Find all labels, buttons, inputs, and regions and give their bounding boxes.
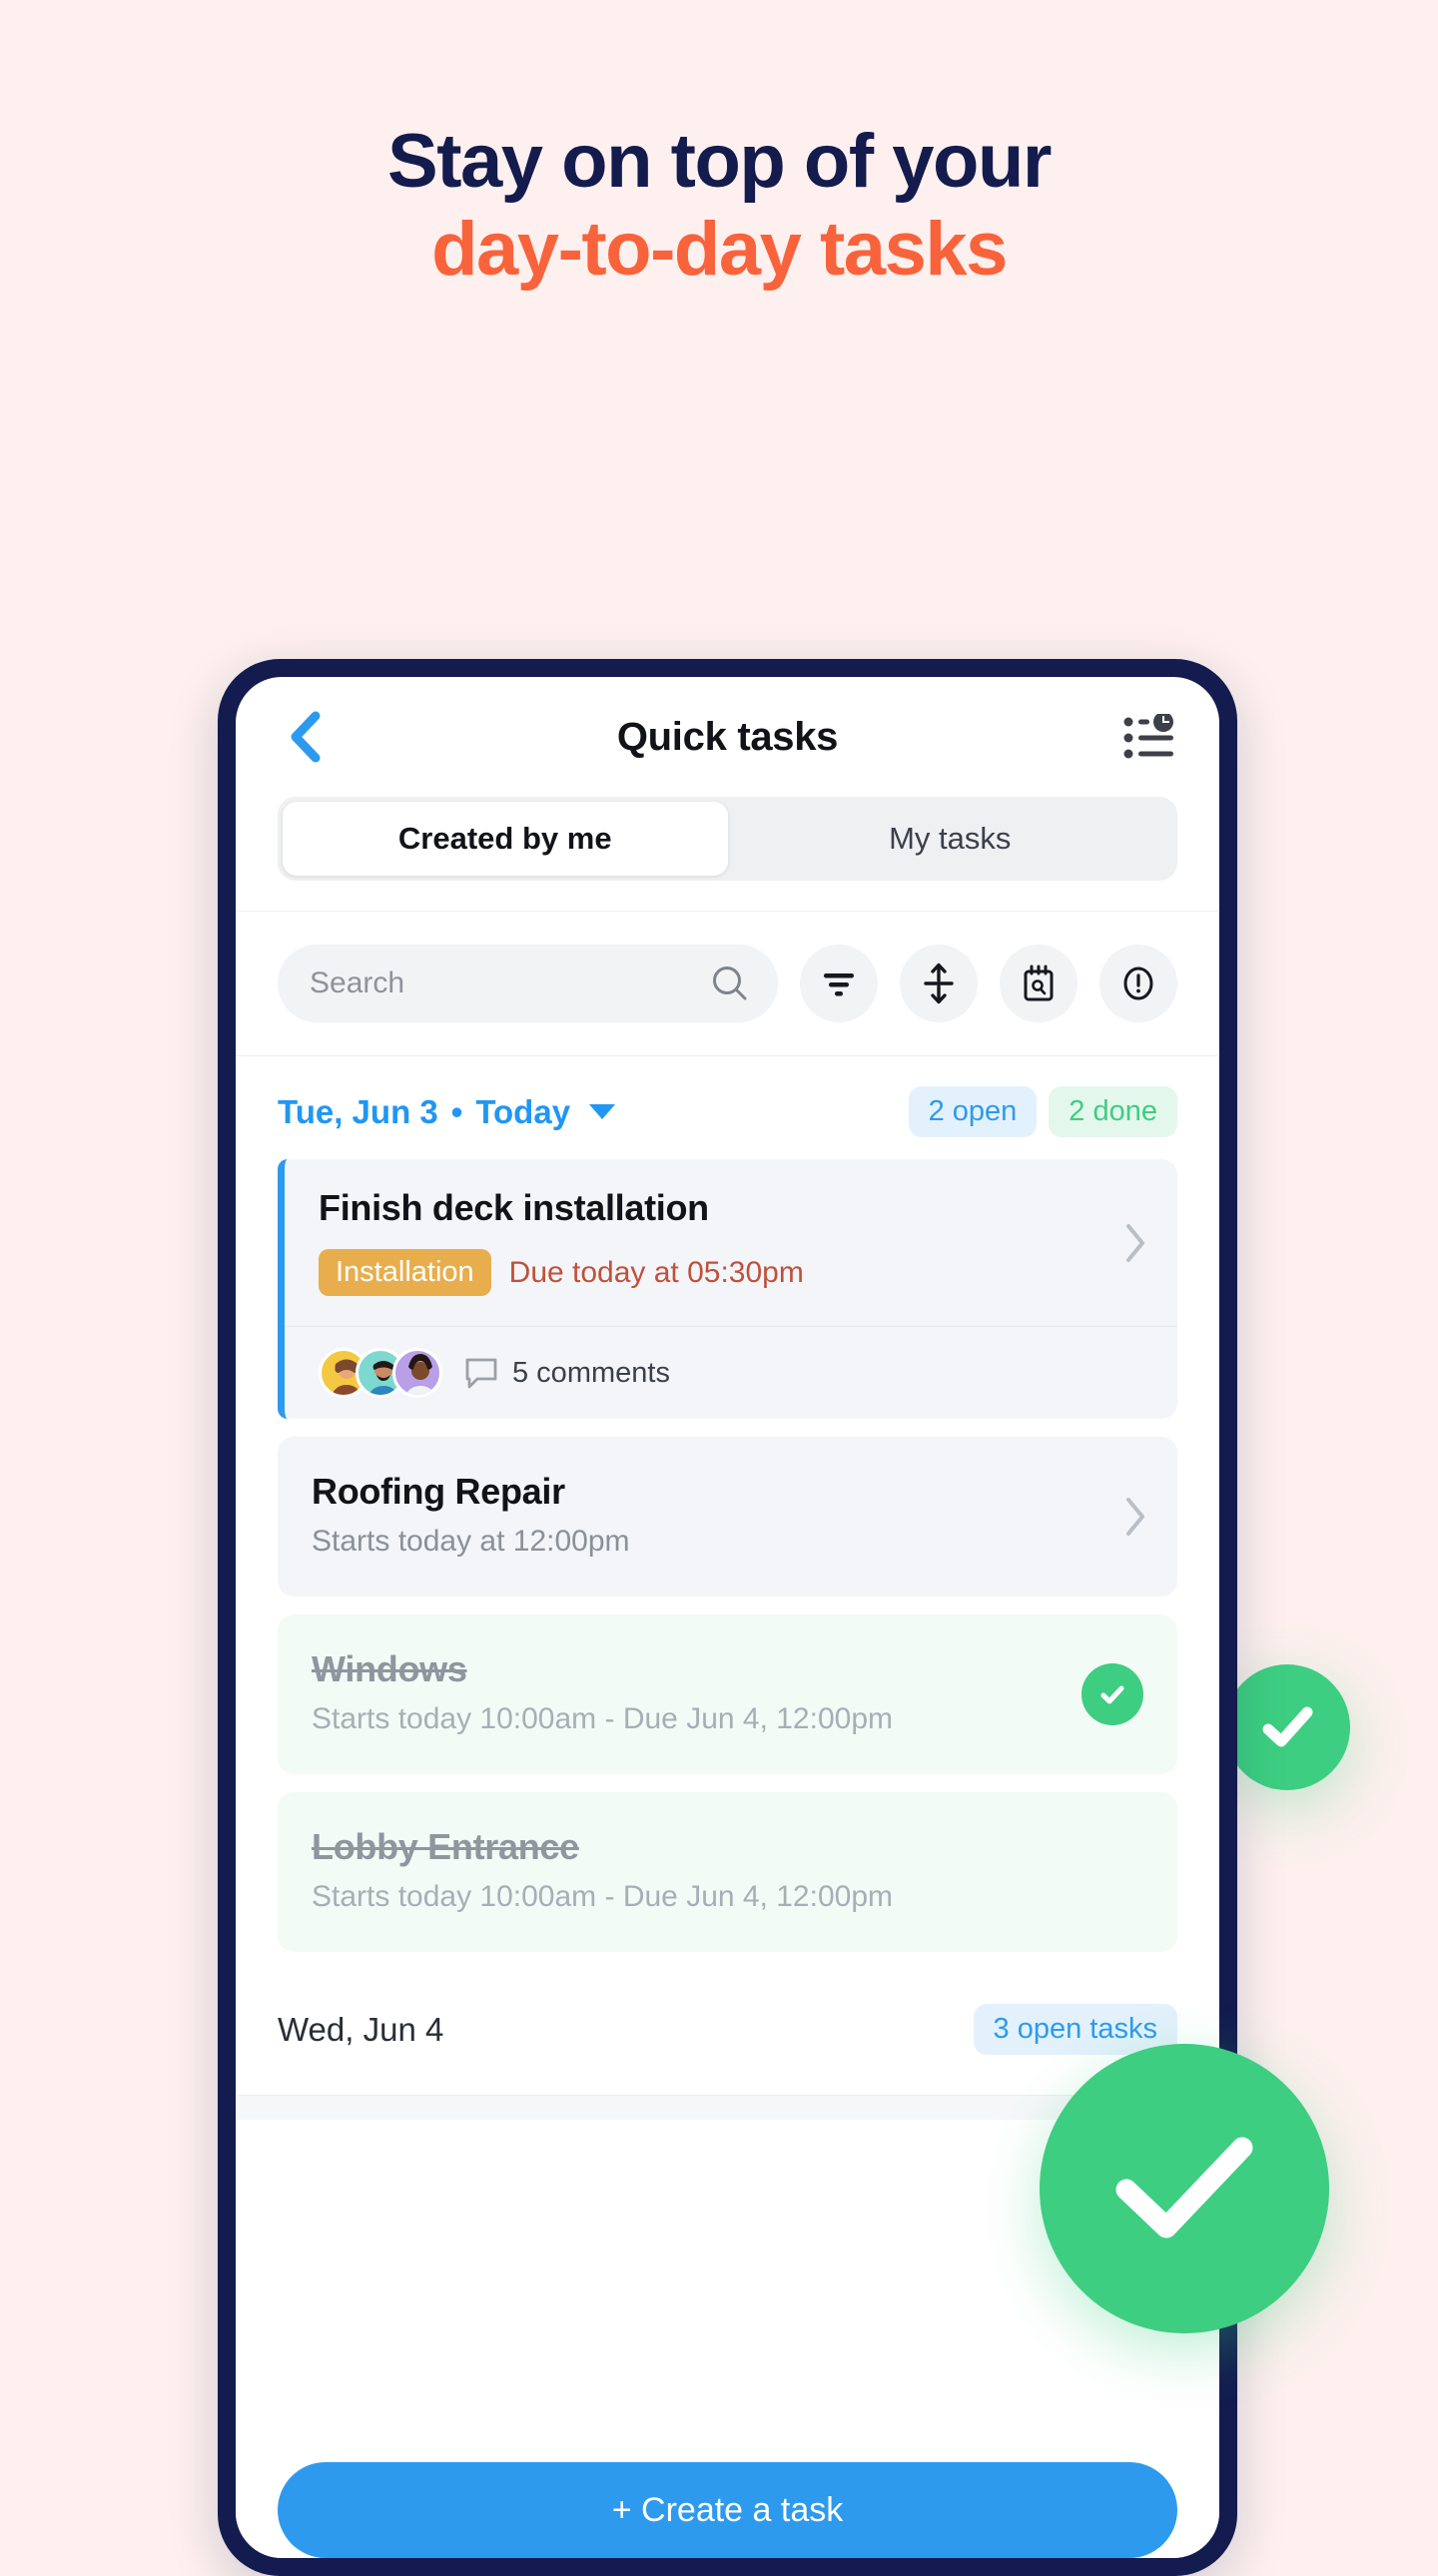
check-icon bbox=[1100, 1685, 1124, 1704]
alert-button[interactable] bbox=[1099, 945, 1177, 1022]
badge-done-count: 2 done bbox=[1049, 1086, 1177, 1138]
decorative-check-circle-large bbox=[1040, 2044, 1329, 2333]
task-row-wrapper: Roofing Repair Starts today at 12:00pm bbox=[236, 1437, 1219, 1614]
comment-icon bbox=[465, 1358, 497, 1389]
task-card-windows[interactable]: Windows Starts today 10:00am - Due Jun 4… bbox=[278, 1614, 1177, 1775]
task-title: Windows bbox=[312, 1648, 467, 1690]
group-date-group[interactable]: Tue, Jun 3 • Today bbox=[278, 1092, 616, 1131]
filter-icon bbox=[824, 973, 854, 996]
task-card-roofing-repair[interactable]: Roofing Repair Starts today at 12:00pm bbox=[278, 1437, 1177, 1598]
task-card-lobby-entrance[interactable]: Lobby Entrance Starts today 10:00am - Du… bbox=[278, 1792, 1177, 1953]
task-row-wrapper: Lobby Entrance Starts today 10:00am - Du… bbox=[236, 1792, 1219, 1970]
check-icon bbox=[1262, 1706, 1313, 1747]
task-row-wrapper: Finish deck installation Installation Du… bbox=[236, 1159, 1219, 1437]
app-header: Quick tasks bbox=[236, 677, 1219, 797]
avatar bbox=[392, 1348, 442, 1399]
create-task-bar: + Create a task bbox=[236, 2418, 1219, 2558]
task-meta: Installation Due today at 05:30pm bbox=[319, 1249, 1143, 1297]
chevron-right-icon bbox=[1126, 1223, 1144, 1262]
task-card-body[interactable]: Lobby Entrance Starts today 10:00am - Du… bbox=[278, 1792, 1177, 1952]
calendar-search-icon bbox=[1024, 965, 1054, 1001]
task-subtitle: Starts today at 12:00pm bbox=[312, 1525, 630, 1559]
task-due: Due today at 05:30pm bbox=[508, 1255, 804, 1289]
toolbar: Search bbox=[236, 911, 1219, 1056]
check-icon bbox=[1115, 2137, 1253, 2239]
task-complete-toggle[interactable] bbox=[1081, 1663, 1143, 1726]
group-today-label: Today bbox=[475, 1092, 571, 1130]
group-separator: • bbox=[450, 1092, 463, 1130]
assignee-avatars[interactable] bbox=[319, 1348, 442, 1399]
sort-button[interactable] bbox=[900, 945, 978, 1022]
search-placeholder: Search bbox=[310, 966, 405, 999]
create-task-button[interactable]: + Create a task bbox=[278, 2462, 1177, 2558]
comments-count: 5 comments bbox=[512, 1356, 670, 1389]
task-card-body[interactable]: Roofing Repair Starts today at 12:00pm bbox=[278, 1437, 1177, 1597]
tabs-container: Created by me My tasks bbox=[236, 797, 1219, 911]
alert-icon bbox=[1123, 966, 1153, 1000]
comments-group[interactable]: 5 comments bbox=[464, 1357, 670, 1390]
group-date: Wed, Jun 4 bbox=[278, 2010, 444, 2048]
task-card-body[interactable]: Finish deck installation Installation Du… bbox=[285, 1159, 1177, 1326]
task-card-body[interactable]: Windows Starts today 10:00am - Due Jun 4… bbox=[278, 1614, 1177, 1774]
chevron-left-icon bbox=[291, 711, 321, 763]
activity-list-icon bbox=[1123, 714, 1173, 759]
task-card-finish-deck-installation[interactable]: Finish deck installation Installation Du… bbox=[278, 1159, 1177, 1420]
filter-button[interactable] bbox=[800, 945, 878, 1022]
chevron-right-icon bbox=[1126, 1498, 1144, 1537]
task-card-footer: 5 comments bbox=[285, 1326, 1177, 1419]
headline-line-1: Stay on top of your bbox=[387, 119, 1052, 204]
tab-created-by-me[interactable]: Created by me bbox=[283, 802, 728, 876]
task-title: Roofing Repair bbox=[312, 1471, 565, 1513]
back-button[interactable] bbox=[278, 710, 332, 764]
sort-icon bbox=[924, 963, 954, 1004]
headline-line-2: day-to-day tasks bbox=[431, 207, 1008, 293]
chevron-down-icon[interactable] bbox=[589, 1104, 616, 1120]
task-title: Lobby Entrance bbox=[312, 1826, 579, 1868]
badge-open-tasks: 3 open tasks bbox=[973, 2004, 1177, 2056]
search-input[interactable]: Search bbox=[278, 945, 778, 1022]
badge-open-count: 2 open bbox=[908, 1086, 1038, 1138]
calendar-search-button[interactable] bbox=[1000, 945, 1078, 1022]
decorative-check-circle-small bbox=[1224, 1664, 1350, 1790]
task-subtitle: Starts today 10:00am - Due Jun 4, 12:00p… bbox=[312, 1702, 893, 1736]
avatar-face-icon bbox=[405, 1354, 435, 1396]
promo-headline: Stay on top of your day-to-day tasks bbox=[0, 118, 1438, 294]
task-title: Finish deck installation bbox=[319, 1187, 709, 1229]
page-title: Quick tasks bbox=[616, 714, 839, 759]
task-subtitle: Starts today 10:00am - Due Jun 4, 12:00p… bbox=[312, 1880, 893, 1914]
task-tag: Installation bbox=[319, 1249, 491, 1297]
group-date: Tue, Jun 3 bbox=[278, 1092, 438, 1130]
segmented-control: Created by me My tasks bbox=[278, 797, 1177, 881]
activity-list-button[interactable] bbox=[1121, 709, 1177, 765]
search-icon bbox=[713, 966, 747, 1000]
task-row-wrapper: Windows Starts today 10:00am - Due Jun 4… bbox=[236, 1614, 1219, 1792]
group-badges: 2 open 2 done bbox=[908, 1086, 1177, 1138]
group-header-today[interactable]: Tue, Jun 3 • Today 2 open 2 done bbox=[236, 1056, 1219, 1159]
group-header-next-day[interactable]: Wed, Jun 4 3 open tasks bbox=[236, 1970, 1219, 2097]
tab-my-tasks[interactable]: My tasks bbox=[728, 802, 1173, 876]
